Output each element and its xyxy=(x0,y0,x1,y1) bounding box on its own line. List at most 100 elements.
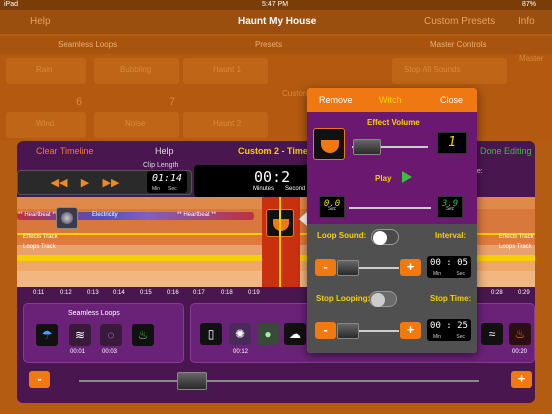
zoom-thumb[interactable] xyxy=(177,372,207,390)
bg-custom-label: Custom xyxy=(282,89,310,98)
tab-master[interactable]: Master Controls xyxy=(430,40,486,49)
wave-effect-icon[interactable]: ≈ xyxy=(481,323,503,345)
clip-min-label: Min xyxy=(152,186,161,192)
heartbeat-clip[interactable]: ** Heartbeat ** Electricity ** Heartbeat… xyxy=(17,212,254,221)
volume-display: 1 xyxy=(437,132,467,154)
end-display: 3.9 Sec xyxy=(437,196,463,218)
play-button[interactable]: ▶ xyxy=(76,175,94,191)
loop-sound-toggle[interactable] xyxy=(371,229,399,245)
effects-time-1: 00:12 xyxy=(233,349,249,355)
heartbeat-label-1: ** Heartbeat ** xyxy=(18,212,58,218)
clip-length-label: Clip Length xyxy=(143,162,179,169)
tick-label: 0:28 xyxy=(491,290,503,296)
door-effect-icon[interactable]: ▯ xyxy=(200,323,222,345)
battery-label: 87% xyxy=(522,1,537,8)
clear-timeline-button[interactable]: Clear Timeline xyxy=(36,146,94,156)
done-editing-button[interactable]: Done Editing xyxy=(480,146,532,156)
tick-label: 0:14 xyxy=(113,290,125,296)
tick-label: 0:11 xyxy=(33,290,45,296)
play-label: Play xyxy=(375,174,392,183)
zoom-out-button[interactable]: - xyxy=(29,371,50,388)
clip-sec-label: Sec xyxy=(168,186,177,192)
heartbeat-label-2: ** Heartbeat ** xyxy=(177,212,217,218)
effect-volume-section: Effect Volume 1 xyxy=(307,112,477,168)
timeline-help-button[interactable]: Help xyxy=(155,146,174,156)
electricity-effect-icon[interactable]: ✺ xyxy=(229,323,251,345)
timeline-title: Custom 2 - Time xyxy=(238,146,308,156)
bg-bubbling-label: Bubbling xyxy=(120,65,152,74)
stop-time-value: 00 : 25 xyxy=(430,321,468,331)
tab-seamless[interactable]: Seamless Loops xyxy=(58,40,117,49)
clock-label: 5:47 PM xyxy=(262,1,289,8)
stop-time-display: 00 : 25 Min Sec xyxy=(427,319,471,341)
info-button[interactable]: Info xyxy=(518,16,535,27)
close-button[interactable]: Close xyxy=(440,95,463,105)
rain-loop-icon[interactable]: ☂ xyxy=(36,324,58,346)
bg-haunt1-label: Haunt 1 xyxy=(213,65,242,74)
zoom-track[interactable] xyxy=(79,380,479,382)
tab-presets[interactable]: Presets xyxy=(255,40,282,49)
popover-header: Remove Witch Close xyxy=(307,88,477,112)
help-button[interactable]: Help xyxy=(30,16,51,27)
bg-master-label: Master xyxy=(519,54,544,63)
ghost-effect-icon[interactable]: ☁ xyxy=(284,323,306,345)
popover-title: Witch xyxy=(379,95,402,105)
tick-label: 0:13 xyxy=(87,290,99,296)
looping-section: Loop Sound: Interval: - + 00 : 05 Min Se… xyxy=(307,224,477,353)
nav-bar: Help Haunt My House Custom Presets Info xyxy=(0,10,552,34)
tick-label: 0:17 xyxy=(193,290,205,296)
bg-six-label: 6 xyxy=(76,96,83,108)
stop-looping-toggle[interactable] xyxy=(369,291,397,307)
cauldron-loop-icon[interactable]: ♨ xyxy=(132,324,154,346)
tick-label: 0:19 xyxy=(248,290,260,296)
interval-minus-button[interactable]: - xyxy=(315,259,336,276)
witch-effect-icon[interactable]: ♨ xyxy=(509,323,531,345)
zoom-bar: - + xyxy=(17,366,535,396)
play-icon[interactable] xyxy=(402,171,412,183)
bubbling-loop-icon[interactable]: ◌ xyxy=(100,324,122,346)
trim-track[interactable] xyxy=(349,207,431,209)
clip-length-display: 01:14 Min Sec xyxy=(147,171,187,193)
effect-popover: Remove Witch Close Effect Volume 1 Play … xyxy=(307,88,477,353)
witch-clip[interactable] xyxy=(262,197,300,287)
clip-length-value: 01:14 xyxy=(151,173,183,184)
clock-value: 00:2 xyxy=(254,168,291,186)
tick-label: 0:12 xyxy=(60,290,72,296)
zoom-in-button[interactable]: + xyxy=(511,371,532,388)
position-clock: 00:2 Minutes Second xyxy=(194,165,312,197)
remove-button[interactable]: Remove xyxy=(319,95,353,105)
effect-volume-label: Effect Volume xyxy=(367,118,420,127)
rewind-button[interactable]: ◀◀ xyxy=(50,175,68,191)
loops-track-label: Loops Track xyxy=(23,244,56,250)
fast-forward-button[interactable]: ▶▶ xyxy=(102,175,120,191)
stop-time-plus-button[interactable]: + xyxy=(400,322,421,339)
stop-time-minus-button[interactable]: - xyxy=(315,322,336,339)
loop-sound-label: Loop Sound: xyxy=(317,231,367,240)
witch-preview-icon[interactable] xyxy=(313,128,345,160)
electricity-clip-icon[interactable] xyxy=(56,207,78,229)
playhead[interactable] xyxy=(279,197,281,292)
custom-presets-button[interactable]: Custom Presets xyxy=(424,16,495,27)
wind-loop-icon[interactable]: ≋ xyxy=(69,324,91,346)
effects-track-label-right: Effects Track xyxy=(499,234,534,240)
orb-effect-icon[interactable]: ● xyxy=(257,323,279,345)
seamless-loops-title: Seamless Loops xyxy=(68,310,120,317)
seamless-loops-library: Seamless Loops ☂ ≋ ◌ ♨ 00:01 00:03 xyxy=(23,303,184,363)
seamless-time-2: 00:03 xyxy=(102,349,118,355)
section-tabs: Seamless Loops Presets Master Controls xyxy=(0,36,552,54)
clock-minutes-label: Minutes xyxy=(253,186,275,192)
end-sec-label: Sec xyxy=(445,206,455,212)
bg-noise-label: Noise xyxy=(125,119,146,128)
interval-plus-button[interactable]: + xyxy=(400,259,421,276)
electricity-label: Electricity xyxy=(92,212,118,218)
stop-time-thumb[interactable] xyxy=(337,323,359,339)
interval-display: 00 : 05 Min Sec xyxy=(427,256,471,278)
volume-thumb[interactable] xyxy=(353,139,381,155)
tick-label: 0:15 xyxy=(140,290,152,296)
bg-wind-label: Wind xyxy=(36,119,55,128)
tick-label: 0:18 xyxy=(221,290,233,296)
effects-time-4: 00:20 xyxy=(512,349,528,355)
loops-track-label-right: Loops Track xyxy=(499,244,532,250)
interval-thumb[interactable] xyxy=(337,260,359,276)
stop-looping-label: Stop Looping: xyxy=(316,294,371,303)
